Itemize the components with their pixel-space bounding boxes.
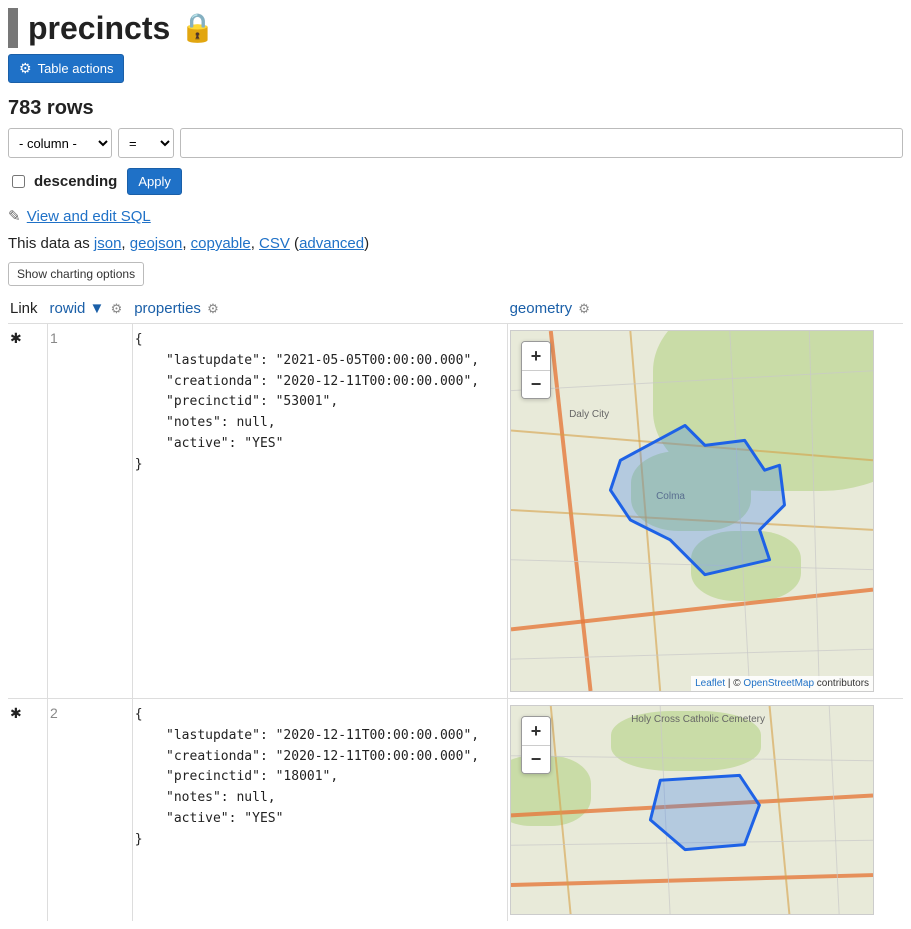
pencil-icon: ✎ xyxy=(8,208,21,225)
apply-button[interactable]: Apply xyxy=(127,168,182,195)
title-accent-bar xyxy=(8,8,18,48)
column-header-properties[interactable]: properties ⚙ xyxy=(132,296,507,324)
table-row: ✱ 1 { "lastupdate": "2021-05-05T00:00:00… xyxy=(8,324,903,699)
map-place-label: Holy Cross Catholic Cemetery xyxy=(631,714,765,725)
table-row: ✱ 2 { "lastupdate": "2020-12-11T00:00:00… xyxy=(8,699,903,922)
map[interactable]: Holy Cross Catholic Cemetery + − xyxy=(510,705,874,915)
zoom-control: + − xyxy=(521,716,551,774)
gear-icon[interactable]: ⚙ xyxy=(111,301,123,316)
export-copyable-link[interactable]: copyable xyxy=(191,235,251,252)
map-attribution: Leaflet | © OpenStreetMap contributors xyxy=(691,676,873,691)
geometry-cell: Holy Cross Catholic Cemetery + − xyxy=(508,699,903,922)
properties-cell: { "lastupdate": "2021-05-05T00:00:00.000… xyxy=(132,324,507,699)
gear-icon[interactable]: ⚙ xyxy=(207,301,219,316)
row-link-icon[interactable]: ✱ xyxy=(10,705,22,721)
filter-operator-select[interactable]: = xyxy=(118,128,174,158)
show-charting-options-button[interactable]: Show charting options xyxy=(8,262,144,286)
descending-label[interactable]: descending xyxy=(8,172,117,191)
export-advanced-link[interactable]: advanced xyxy=(299,235,364,252)
row-count: 783 rows xyxy=(8,97,903,120)
descending-checkbox[interactable] xyxy=(12,175,25,188)
zoom-out-button[interactable]: − xyxy=(522,745,550,773)
column-header-link: Link xyxy=(8,296,48,324)
column-header-geometry[interactable]: geometry ⚙ xyxy=(508,296,903,324)
rowid-cell: 1 xyxy=(48,324,133,699)
export-json-link[interactable]: json xyxy=(94,235,122,252)
properties-cell: { "lastupdate": "2020-12-11T00:00:00.000… xyxy=(132,699,507,922)
map[interactable]: Daly City Colma + − Leaflet | © OpenStre… xyxy=(510,330,874,692)
filter-value-input[interactable] xyxy=(180,128,903,158)
page-title: precincts xyxy=(28,10,170,47)
zoom-in-button[interactable]: + xyxy=(522,717,550,745)
data-table: Link rowid ▼ ⚙ properties ⚙ geometry ⚙ ✱… xyxy=(8,296,903,921)
leaflet-link[interactable]: Leaflet xyxy=(695,678,725,689)
export-formats: This data as json, geojson, copyable, CS… xyxy=(8,235,903,252)
lock-icon: 🔒 xyxy=(180,14,215,42)
view-edit-sql-link[interactable]: View and edit SQL xyxy=(27,208,151,225)
filter-column-select[interactable]: - column - xyxy=(8,128,112,158)
table-actions-label: Table actions xyxy=(38,61,114,76)
export-geojson-link[interactable]: geojson xyxy=(130,235,183,252)
gear-icon[interactable]: ⚙ xyxy=(578,301,590,316)
zoom-control: + − xyxy=(521,341,551,399)
zoom-out-button[interactable]: − xyxy=(522,370,550,398)
geometry-cell: Daly City Colma + − Leaflet | © OpenStre… xyxy=(508,324,903,699)
gear-icon: ⚙ xyxy=(19,60,32,77)
table-actions-button[interactable]: ⚙ Table actions xyxy=(8,54,124,83)
osm-link[interactable]: OpenStreetMap xyxy=(743,678,814,689)
map-place-label: Daly City xyxy=(569,409,609,420)
rowid-cell: 2 xyxy=(48,699,133,922)
zoom-in-button[interactable]: + xyxy=(522,342,550,370)
column-header-rowid[interactable]: rowid ▼ ⚙ xyxy=(48,296,133,324)
row-link-icon[interactable]: ✱ xyxy=(10,330,22,346)
map-place-label: Colma xyxy=(656,491,685,502)
export-csv-link[interactable]: CSV xyxy=(259,235,290,252)
